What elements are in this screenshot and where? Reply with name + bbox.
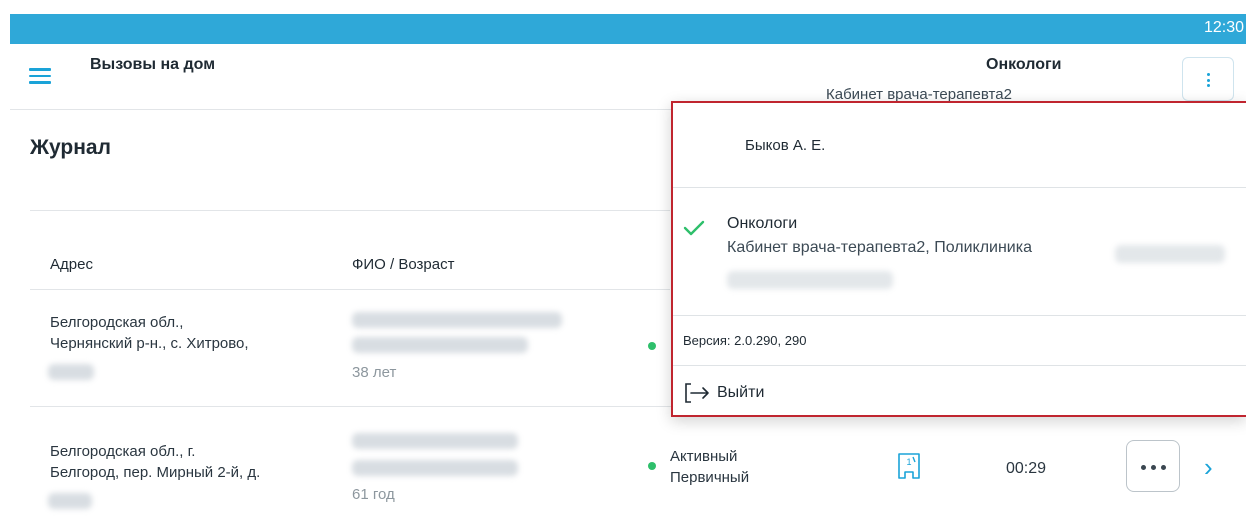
user-name[interactable]: Быков А. Е. xyxy=(745,137,825,154)
status-bar: 12:30 xyxy=(10,14,1246,44)
patient-age: 61 год xyxy=(352,486,395,503)
redacted-name xyxy=(352,433,518,449)
chevron-right-icon[interactable]: › xyxy=(1204,452,1213,483)
call-status-line2: Первичный xyxy=(670,469,750,486)
hamburger-icon[interactable] xyxy=(29,68,51,84)
app-title: Вызовы на дом xyxy=(90,56,216,73)
status-dot xyxy=(648,342,656,350)
app-version: Версия: 2.0.290, 290 xyxy=(683,333,807,348)
row-address-line2: Чернянский р-н., с. Хитрово, xyxy=(50,335,249,352)
redacted-name xyxy=(352,337,528,353)
call-status: Активный Первичный xyxy=(670,446,749,488)
page-title: Журнал xyxy=(30,136,111,159)
row-address-line1: Белгородская обл., xyxy=(50,314,184,331)
patient-age: 38 лет xyxy=(352,364,397,381)
redacted-text xyxy=(48,493,92,509)
redacted-text xyxy=(48,364,94,380)
divider xyxy=(673,187,1246,188)
redacted-name xyxy=(352,460,518,476)
status-dot xyxy=(648,462,656,470)
svg-text:1: 1 xyxy=(907,457,912,467)
organization-name: Онкологи xyxy=(727,215,798,232)
user-menu-popup: Быков А. Е. Онкологи Кабинет врача-терап… xyxy=(671,101,1246,417)
department-name: Онкологи xyxy=(986,56,1062,73)
column-header-name-age: ФИО / Возраст xyxy=(352,256,455,273)
redacted-text xyxy=(727,271,893,289)
column-header-address: Адрес xyxy=(50,256,93,273)
organization-description: Кабинет врача-терапевта2, Поликлиника xyxy=(727,239,1032,256)
call-status-line1: Активный xyxy=(670,448,738,465)
check-icon xyxy=(683,220,705,236)
more-vertical-icon[interactable] xyxy=(1182,57,1234,101)
call-duration: 00:29 xyxy=(1006,460,1047,477)
divider xyxy=(30,210,670,211)
redacted-text xyxy=(1115,245,1225,263)
row-address-line2: Белгород, пер. Мирный 2-й, д. xyxy=(50,464,261,481)
document-icon[interactable]: 1 xyxy=(894,451,924,481)
more-horizontal-icon[interactable] xyxy=(1126,440,1180,492)
redacted-name xyxy=(352,312,562,328)
divider xyxy=(673,315,1246,316)
divider xyxy=(30,289,670,290)
logout-label: Выйти xyxy=(717,384,765,401)
divider xyxy=(673,365,1246,366)
status-time: 12:30 xyxy=(1203,19,1244,36)
row-address-line1: Белгородская обл., г. xyxy=(50,443,196,460)
logout-icon xyxy=(685,383,709,403)
